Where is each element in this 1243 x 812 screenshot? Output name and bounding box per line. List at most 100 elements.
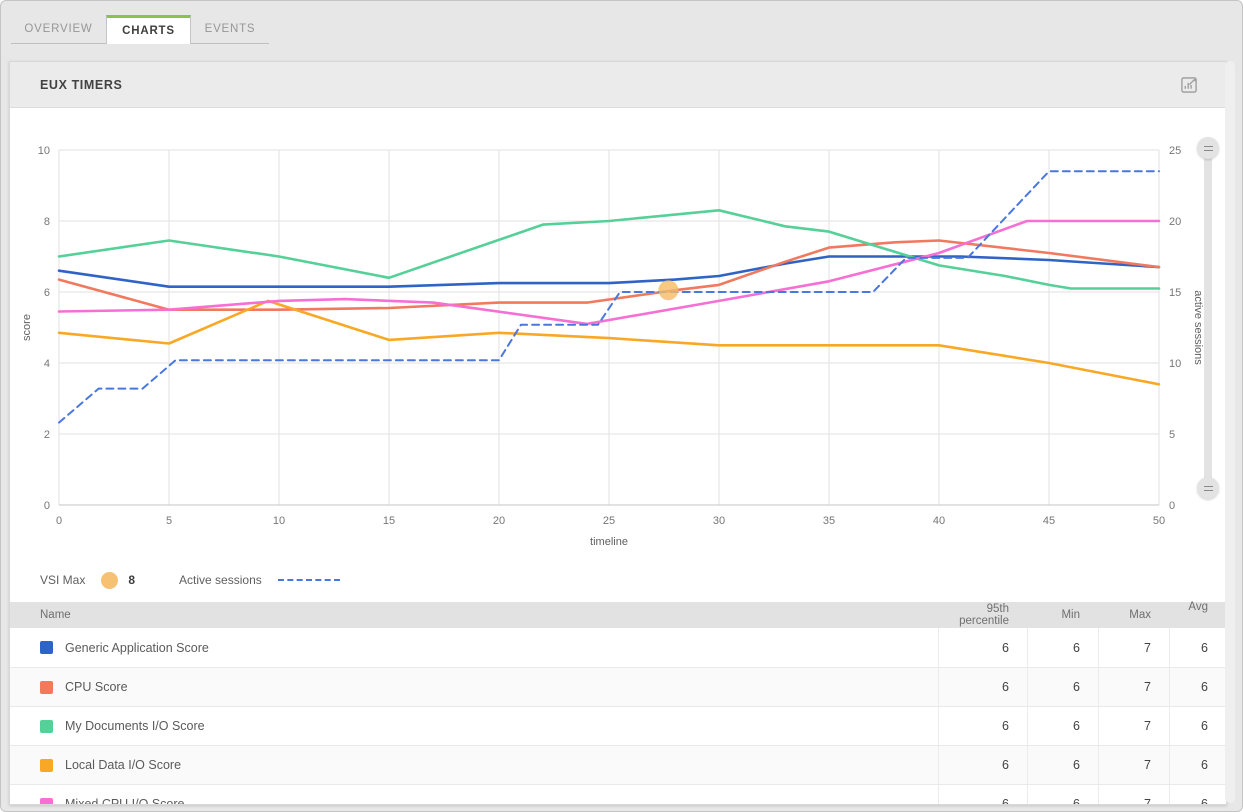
avg-cell: 6 bbox=[1169, 785, 1226, 805]
panel-header: EUX TIMERS bbox=[10, 62, 1226, 108]
svg-text:4: 4 bbox=[44, 358, 50, 370]
chart-svg: 0 5 10 15 20 25 30 35 40 45 50 0 2 4 6 8 10 0 5 10 15 20 25 tim… bbox=[10, 108, 1227, 558]
series-name-cell: Mixed CPU I/O Score bbox=[10, 785, 938, 805]
svg-text:5: 5 bbox=[1169, 429, 1175, 441]
table-row[interactable]: Generic Application Score6676 bbox=[10, 628, 1226, 667]
eux-chart: 0 5 10 15 20 25 30 35 40 45 50 0 2 4 6 8 10 0 5 10 15 20 25 tim… bbox=[10, 108, 1227, 558]
max-cell: 7 bbox=[1098, 668, 1169, 706]
svg-text:40: 40 bbox=[933, 515, 945, 527]
series-name: Generic Application Score bbox=[65, 641, 209, 655]
chart-legend: VSI Max 8 Active sessions bbox=[10, 558, 1226, 602]
series-color-swatch bbox=[40, 798, 53, 806]
left-axis-label: score bbox=[21, 314, 33, 341]
slider-track[interactable] bbox=[1204, 148, 1212, 488]
series-color-swatch bbox=[40, 681, 53, 694]
vsi-max-value: 8 bbox=[128, 573, 135, 587]
series-name-cell: CPU Score bbox=[10, 668, 938, 706]
column-95th-percentile: 95th percentile bbox=[938, 603, 1027, 627]
vsi-max-dot-icon bbox=[101, 572, 118, 589]
avg-cell: 6 bbox=[1169, 628, 1226, 667]
grip-icon bbox=[1204, 486, 1213, 491]
series-name-cell: My Documents I/O Score bbox=[10, 707, 938, 745]
stats-table: Name 95th percentile Min Max Avg Generic… bbox=[10, 602, 1226, 805]
svg-text:45: 45 bbox=[1043, 515, 1055, 527]
tab-charts[interactable]: CHARTS bbox=[106, 15, 191, 44]
min-cell: 6 bbox=[1027, 785, 1098, 805]
p95-cell: 6 bbox=[938, 628, 1027, 667]
axis-labels: timelinescoreactive sessions bbox=[21, 290, 1204, 548]
tab-bar: OVERVIEW CHARTS EVENTS bbox=[11, 15, 269, 45]
column-name: Name bbox=[10, 609, 938, 621]
svg-text:2: 2 bbox=[44, 429, 50, 441]
tab-events[interactable]: EVENTS bbox=[191, 15, 269, 44]
gridlines bbox=[59, 150, 1159, 505]
svg-text:20: 20 bbox=[1169, 216, 1181, 228]
svg-text:10: 10 bbox=[38, 145, 50, 157]
series-color-swatch bbox=[40, 759, 53, 772]
min-cell: 6 bbox=[1027, 668, 1098, 706]
min-cell: 6 bbox=[1027, 628, 1098, 667]
svg-text:5: 5 bbox=[166, 515, 172, 527]
series-name: Mixed CPU I/O Score bbox=[65, 797, 184, 805]
series-name: Local Data I/O Score bbox=[65, 758, 181, 772]
column-avg: Avg bbox=[1169, 601, 1226, 613]
series-name-cell: Local Data I/O Score bbox=[10, 746, 938, 784]
active-sessions-label: Active sessions bbox=[179, 573, 262, 587]
column-min: Min bbox=[1027, 609, 1098, 621]
vsi-max-label: VSI Max bbox=[40, 573, 85, 587]
panel-title: EUX TIMERS bbox=[40, 78, 1176, 92]
vsi-max-marker[interactable] bbox=[658, 280, 678, 300]
table-row[interactable]: Local Data I/O Score6676 bbox=[10, 745, 1226, 784]
max-cell: 7 bbox=[1098, 628, 1169, 667]
slider-handle-top[interactable] bbox=[1197, 137, 1219, 159]
avg-cell: 6 bbox=[1169, 746, 1226, 784]
p95-cell: 6 bbox=[938, 785, 1027, 805]
scrollbar[interactable] bbox=[1225, 61, 1235, 803]
series-color-swatch bbox=[40, 641, 53, 654]
p95-cell: 6 bbox=[938, 746, 1027, 784]
svg-text:15: 15 bbox=[383, 515, 395, 527]
svg-text:20: 20 bbox=[493, 515, 505, 527]
svg-text:0: 0 bbox=[44, 500, 50, 512]
svg-text:35: 35 bbox=[823, 515, 835, 527]
series-name: CPU Score bbox=[65, 680, 128, 694]
eux-timers-panel: EUX TIMERS 0 5 10 15 20 25 30 35 40 45 50 0 2 4 6 8 10 0 5… bbox=[9, 61, 1227, 805]
svg-text:0: 0 bbox=[1169, 500, 1175, 512]
slider-handle-bottom[interactable] bbox=[1197, 477, 1219, 499]
table-row[interactable]: CPU Score6676 bbox=[10, 667, 1226, 706]
max-cell: 7 bbox=[1098, 707, 1169, 745]
min-cell: 6 bbox=[1027, 707, 1098, 745]
table-body: Generic Application Score6676CPU Score66… bbox=[10, 628, 1226, 805]
series-name: My Documents I/O Score bbox=[65, 719, 205, 733]
svg-text:10: 10 bbox=[273, 515, 285, 527]
svg-text:10: 10 bbox=[1169, 358, 1181, 370]
svg-text:25: 25 bbox=[1169, 145, 1181, 157]
table-row[interactable]: My Documents I/O Score6676 bbox=[10, 706, 1226, 745]
max-cell: 7 bbox=[1098, 785, 1169, 805]
right-axis-range-slider bbox=[1197, 137, 1219, 499]
series-color-swatch bbox=[40, 720, 53, 733]
svg-text:50: 50 bbox=[1153, 515, 1165, 527]
svg-text:8: 8 bbox=[44, 216, 50, 228]
tab-overview[interactable]: OVERVIEW bbox=[11, 15, 106, 44]
p95-cell: 6 bbox=[938, 707, 1027, 745]
avg-cell: 6 bbox=[1169, 668, 1226, 706]
avg-cell: 6 bbox=[1169, 707, 1226, 745]
svg-text:25: 25 bbox=[603, 515, 615, 527]
svg-text:30: 30 bbox=[713, 515, 725, 527]
svg-text:0: 0 bbox=[56, 515, 62, 527]
grip-icon bbox=[1204, 146, 1213, 151]
active-sessions-dash-icon bbox=[278, 579, 340, 581]
app-window: OVERVIEW CHARTS EVENTS EUX TIMERS 0 5 10 15… bbox=[0, 0, 1243, 812]
column-max: Max bbox=[1098, 609, 1169, 621]
p95-cell: 6 bbox=[938, 668, 1027, 706]
chart-edit-icon[interactable] bbox=[1176, 72, 1202, 98]
series-name-cell: Generic Application Score bbox=[10, 628, 938, 667]
table-header: Name 95th percentile Min Max Avg bbox=[10, 602, 1226, 628]
table-row[interactable]: Mixed CPU I/O Score6676 bbox=[10, 784, 1226, 805]
x-axis-label: timeline bbox=[590, 536, 628, 548]
svg-text:15: 15 bbox=[1169, 287, 1181, 299]
svg-text:6: 6 bbox=[44, 287, 50, 299]
max-cell: 7 bbox=[1098, 746, 1169, 784]
min-cell: 6 bbox=[1027, 746, 1098, 784]
